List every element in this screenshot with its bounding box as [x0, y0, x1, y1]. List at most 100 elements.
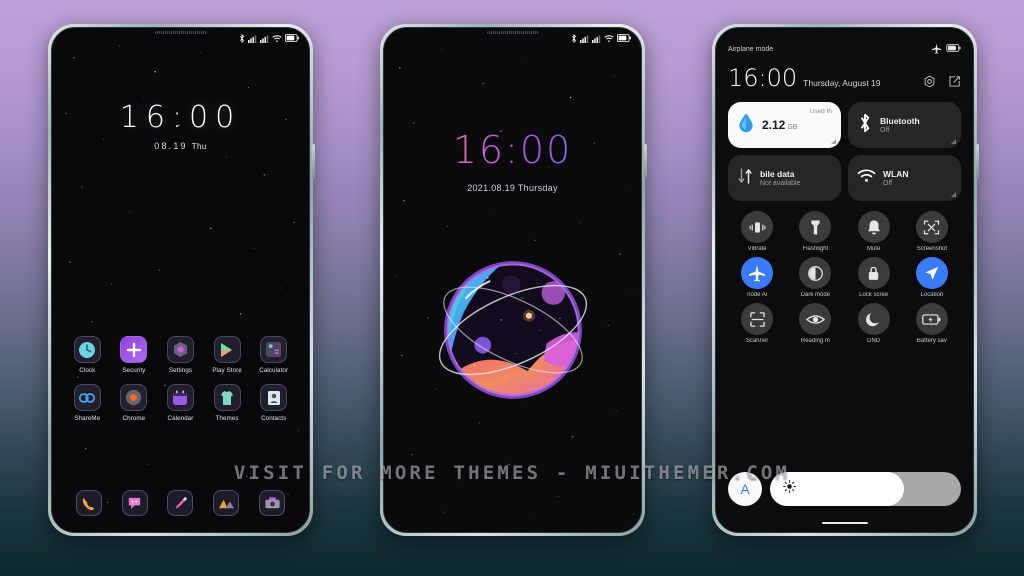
- power-button[interactable]: [312, 144, 315, 178]
- toggle-label: Vibrate: [747, 246, 767, 252]
- phone2-screen: 16:00 2021.08.19 Thursday: [384, 28, 641, 532]
- power-button[interactable]: [644, 144, 647, 178]
- auto-brightness-button[interactable]: A: [728, 472, 762, 506]
- tile-data-usage-text: 2.12 GB: [762, 118, 797, 132]
- control-center: Airplane mode 16:00 Thursday, August 19: [716, 28, 973, 532]
- control-center-time: 16:00: [728, 64, 798, 92]
- app-icon-themes[interactable]: Themes: [204, 384, 251, 422]
- toggle-battery-saver[interactable]: Battery sav: [903, 303, 961, 344]
- control-center-status-bar: Airplane mode: [728, 28, 961, 58]
- phone1-screen: 16:00 08.19 Thu Clock Security Settings …: [52, 28, 309, 532]
- settings-gear-icon[interactable]: [923, 75, 936, 88]
- battery-icon: [617, 34, 631, 42]
- toggle-screenshot[interactable]: Screenshot: [903, 211, 961, 252]
- app-label: Contacts: [261, 415, 287, 422]
- calendar-app-icon: [166, 384, 194, 411]
- tile-mobile-data-text: bile data Not available: [760, 169, 800, 187]
- calculator-app-icon: [260, 336, 288, 363]
- quick-toggles-grid: Vibrate Flashlight Mute Screenshot node …: [728, 211, 961, 344]
- tile-resize-handle[interactable]: [831, 139, 836, 144]
- app-icon-shareme[interactable]: ShareMe: [64, 384, 111, 422]
- app-label: Calculator: [259, 367, 289, 374]
- app-icon-calendar[interactable]: Calendar: [157, 384, 204, 422]
- home-date: 08.19 Thu: [52, 141, 309, 151]
- tile-wlan[interactable]: WLAN Off: [848, 155, 961, 201]
- tile-resize-handle[interactable]: [951, 192, 956, 197]
- app-label: Calendar: [167, 415, 194, 422]
- tile-wlan-status: Off: [883, 180, 893, 187]
- app-label: Themes: [215, 415, 239, 422]
- tile-resize-handle[interactable]: [951, 139, 956, 144]
- gallery-dock-icon[interactable]: [213, 490, 240, 516]
- brightness-slider[interactable]: [770, 472, 961, 506]
- app-label: Security: [122, 367, 146, 374]
- app-grid: Clock Security Settings Play Store Calcu…: [64, 336, 297, 422]
- toggle-reading-mode[interactable]: Reading m: [786, 303, 844, 344]
- toggle-airplane-mode[interactable]: node Ai: [728, 257, 786, 298]
- phone2-body: 16:00 2021.08.19 Thursday: [383, 27, 642, 533]
- app-label: Play Store: [212, 367, 242, 374]
- toggle-lock-screen[interactable]: Lock scree: [845, 257, 903, 298]
- signal-icon: [260, 34, 269, 43]
- battery-icon: [285, 34, 299, 42]
- tile-mobile-data[interactable]: bile data Not available: [728, 155, 841, 201]
- edit-icon[interactable]: [948, 75, 961, 88]
- data-drop-icon: [737, 112, 755, 139]
- battery-icon: [946, 44, 961, 54]
- tile-data-usage-header: Used th: [809, 108, 832, 115]
- toggle-label: Lock scree: [859, 292, 889, 298]
- clock-app-icon: [73, 336, 101, 363]
- app-label: Chrome: [122, 415, 146, 422]
- play-store-app-icon: [213, 336, 241, 363]
- power-button[interactable]: [976, 144, 979, 178]
- toggle-label: Mute: [866, 246, 881, 252]
- app-icon-clock[interactable]: Clock: [64, 336, 111, 374]
- airplane-mode-status-label: Airplane mode: [728, 45, 774, 53]
- app-icon-contacts[interactable]: Contacts: [250, 384, 297, 422]
- phone-dock-icon[interactable]: [75, 490, 102, 516]
- phone-device-control-center: Airplane mode 16:00 Thursday, August 19: [712, 24, 979, 536]
- bell-icon: [857, 211, 890, 243]
- messages-dock-icon[interactable]: [121, 490, 148, 516]
- bluetooth-icon: [857, 112, 873, 139]
- toggle-label: Scanner: [745, 338, 769, 344]
- tile-bluetooth[interactable]: Bluetooth Off: [848, 102, 961, 148]
- toggle-scanner[interactable]: Scanner: [728, 303, 786, 344]
- toggle-mute[interactable]: Mute: [845, 211, 903, 252]
- camera-dock-icon[interactable]: [259, 490, 286, 516]
- toggle-label: Screenshot: [916, 246, 948, 252]
- home-date-value: 08.19: [154, 141, 188, 151]
- home-indicator[interactable]: [821, 521, 868, 524]
- toggle-flashlight[interactable]: Flashlight: [786, 211, 844, 252]
- signal-icon: [592, 34, 601, 43]
- brush-dock-icon[interactable]: [167, 490, 194, 516]
- tile-data-usage[interactable]: Used th 2.12 GB: [728, 102, 841, 148]
- app-icon-security[interactable]: Security: [111, 336, 158, 374]
- wifi-icon: [604, 34, 614, 43]
- mobile-data-icon: [737, 166, 753, 191]
- toggle-vibrate[interactable]: Vibrate: [728, 211, 786, 252]
- phone3-body: Airplane mode 16:00 Thursday, August 19: [715, 27, 974, 533]
- security-app-icon: [120, 336, 148, 363]
- phone1-body: 16:00 08.19 Thu Clock Security Settings …: [51, 27, 310, 533]
- app-icon-settings[interactable]: Settings: [157, 336, 204, 374]
- toggle-location[interactable]: Location: [903, 257, 961, 298]
- toggle-label: Location: [920, 292, 944, 298]
- toggle-dnd[interactable]: DND: [845, 303, 903, 344]
- app-icon-calculator[interactable]: Calculator: [250, 336, 297, 374]
- tile-bluetooth-status: Off: [880, 127, 890, 134]
- status-right-group: [931, 43, 961, 56]
- chrome-app-icon: [120, 384, 148, 411]
- eye-icon: [799, 303, 832, 335]
- app-label: Settings: [168, 367, 193, 374]
- screenshot-icon: [915, 211, 948, 243]
- shareme-app-icon: [73, 384, 101, 411]
- app-label: ShareMe: [74, 415, 101, 422]
- tile-wlan-text: WLAN Off: [883, 169, 909, 187]
- toggle-dark-mode[interactable]: Dark mode: [786, 257, 844, 298]
- tile-mobile-data-status: Not available: [760, 180, 801, 187]
- app-icon-play-store[interactable]: Play Store: [204, 336, 251, 374]
- lockscreen-clock: 16:00: [384, 128, 641, 172]
- app-icon-chrome[interactable]: Chrome: [111, 384, 158, 422]
- contacts-app-icon: [260, 384, 288, 411]
